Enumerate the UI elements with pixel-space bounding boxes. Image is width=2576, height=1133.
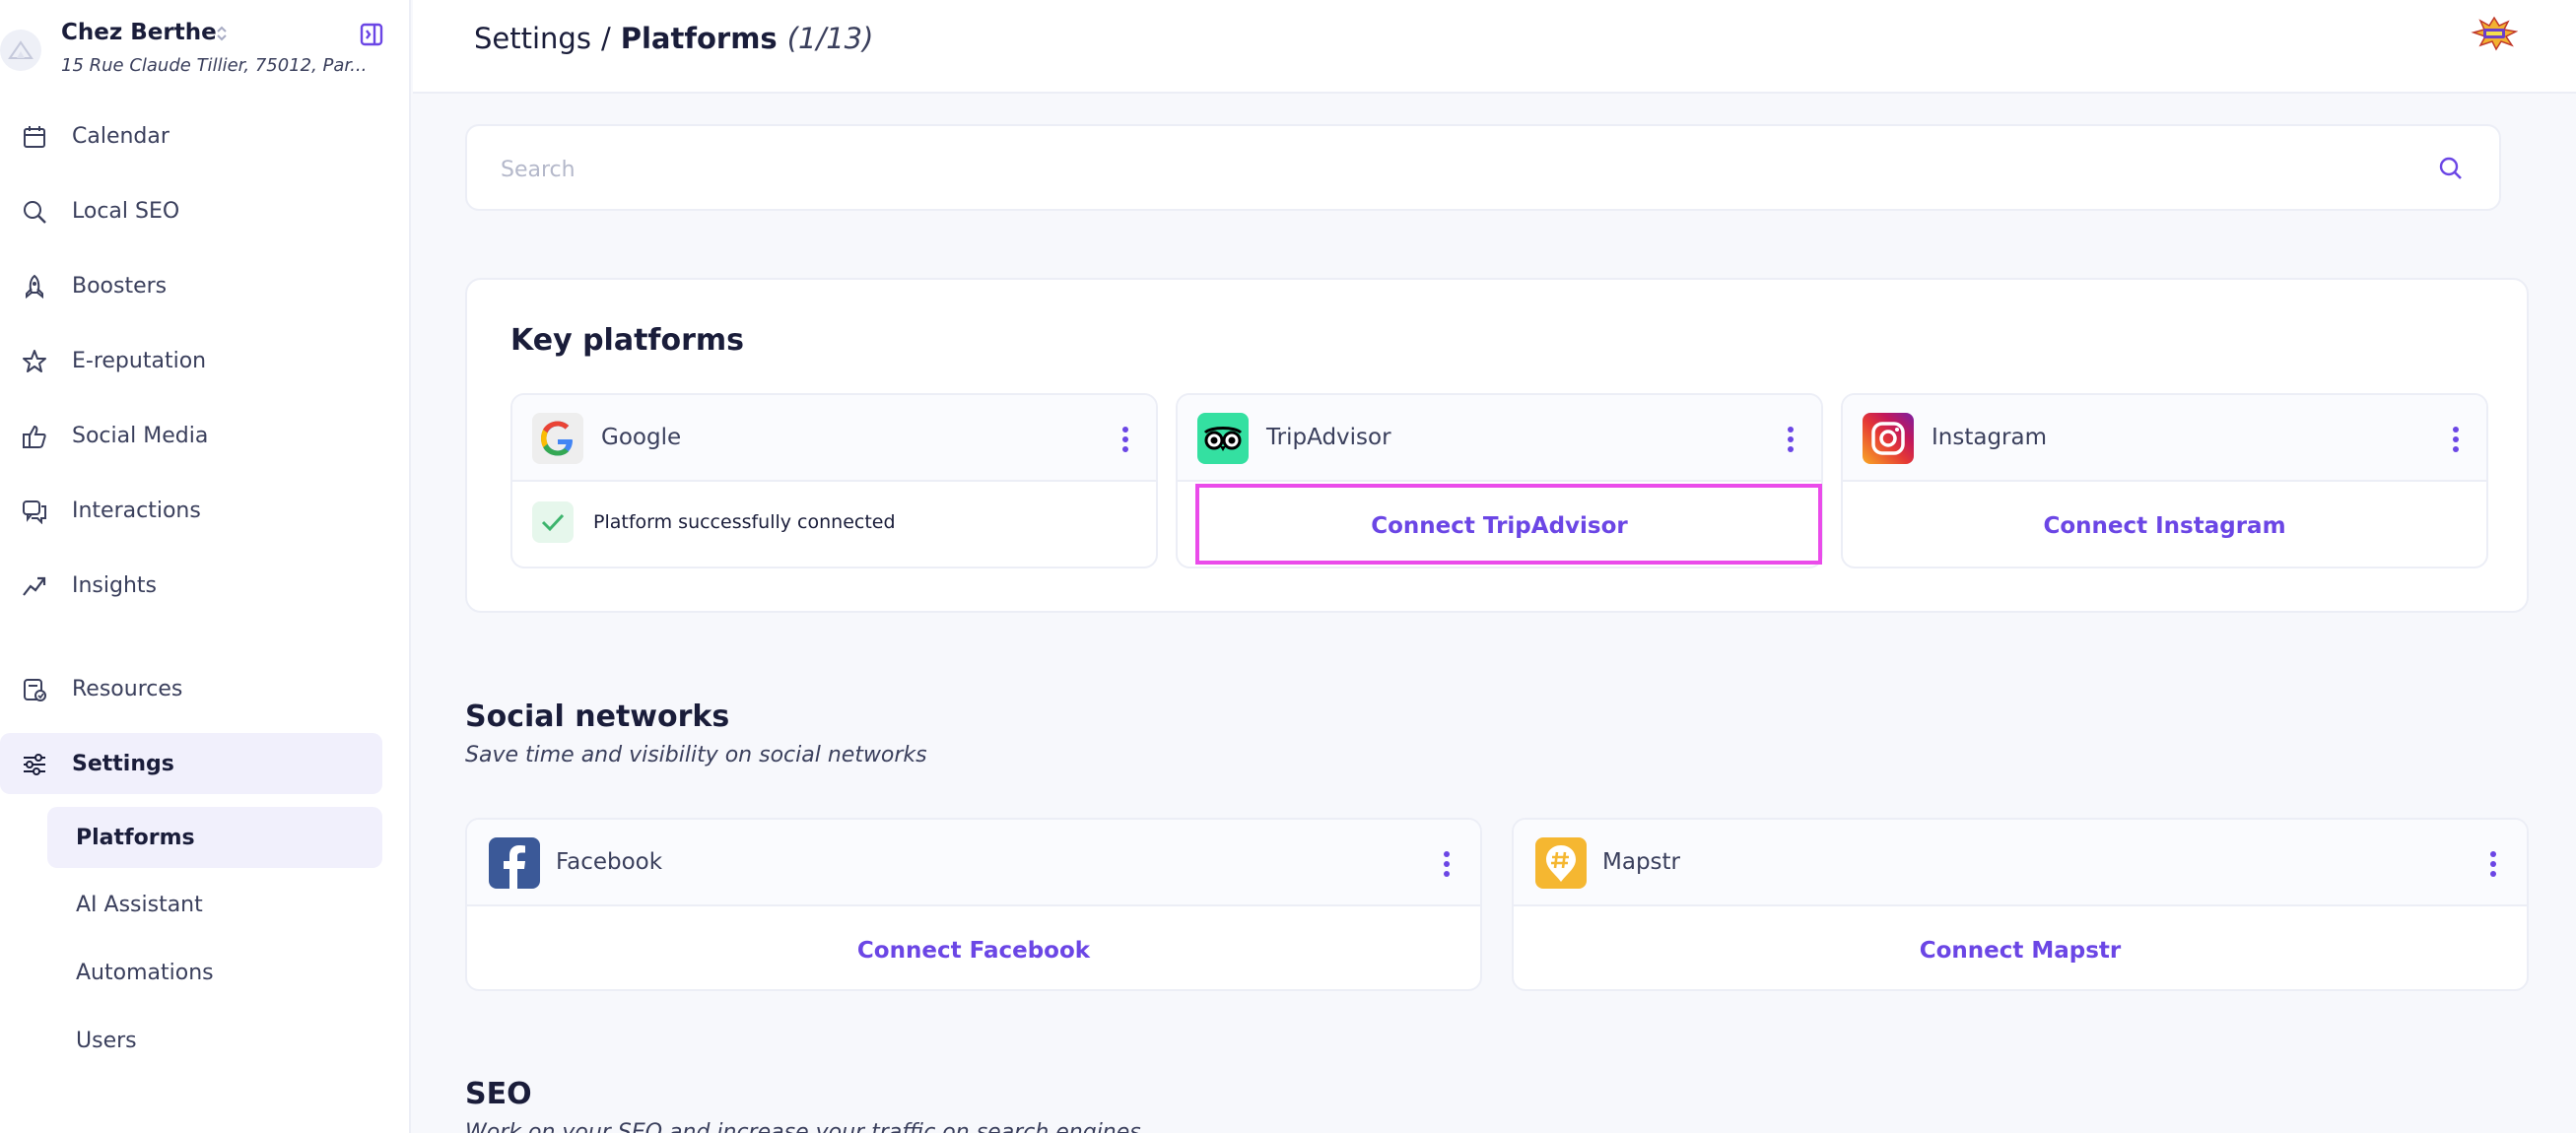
sliders-icon — [24, 754, 45, 775]
sidebar-item-label: Boosters — [72, 273, 168, 299]
social-networks-subtitle: Save time and visibility on social netwo… — [465, 743, 927, 767]
breadcrumb-separator: / — [600, 22, 611, 55]
sidebar-item-label: E-reputation — [72, 348, 207, 373]
sidebar-subitem-label: Users — [76, 1028, 137, 1053]
connect-instagram-button[interactable]: Connect Instagram — [1843, 484, 2486, 566]
breadcrumb: Settings / Platforms (1/13) — [474, 22, 873, 55]
sidebar-item-interactions[interactable]: Interactions — [0, 480, 382, 541]
platform-card-header: TripAdvisor — [1178, 395, 1821, 482]
sidebar-item-resources[interactable]: Resources — [0, 658, 382, 719]
connect-tripadvisor-button[interactable]: Connect TripAdvisor — [1178, 484, 1821, 566]
sidebar-item-label: Settings — [72, 751, 174, 776]
sidebar-item-label: Local SEO — [72, 198, 180, 224]
rocket-icon — [26, 274, 43, 300]
connect-facebook-button[interactable]: Connect Facebook — [467, 908, 1480, 989]
sidebar-item-social-media[interactable]: Social Media — [0, 405, 382, 466]
more-vertical-icon[interactable] — [1437, 849, 1457, 879]
sidebar-subitem-label: AI Assistant — [76, 892, 203, 917]
platform-name: Instagram — [1932, 425, 2048, 450]
restaurant-switcher[interactable]: Chez Berthe 15 Rue Claude Tillier, 75012… — [0, 14, 411, 83]
sidebar-item-label: Social Media — [72, 423, 209, 448]
sidebar-item-boosters[interactable]: Boosters — [0, 255, 382, 316]
platform-search — [465, 124, 2501, 211]
connection-status-text: Platform successfully connected — [593, 511, 896, 533]
sidebar-subitem-platforms[interactable]: Platforms — [47, 807, 382, 868]
connect-link-label: Connect Facebook — [856, 938, 1091, 964]
platform-card-google: Google Platform successfully connected — [510, 393, 1158, 568]
restaurant-avatar — [0, 30, 41, 71]
sidebar-subitem-label: Automations — [76, 960, 214, 985]
platform-count: (1/13) — [786, 22, 874, 55]
restaurant-name: Chez Berthe — [61, 20, 217, 45]
collapse-sidebar-icon[interactable] — [359, 22, 384, 47]
platform-card-tripadvisor: TripAdvisor Connect TripAdvisor — [1176, 393, 1823, 568]
sidebar-item-label: Insights — [72, 572, 158, 598]
sidebar-item-label: Resources — [72, 676, 183, 701]
user-avatar-icon[interactable] — [2471, 16, 2518, 51]
more-vertical-icon[interactable] — [1781, 425, 1800, 454]
restaurant-address: 15 Rue Claude Tillier, 75012, Par... — [61, 55, 368, 76]
sidebar-subitem-ai-assistant[interactable]: AI Assistant — [47, 874, 382, 935]
platform-name: TripAdvisor — [1266, 425, 1391, 450]
connect-link-label: Connect Mapstr — [1919, 938, 2122, 964]
more-vertical-icon[interactable] — [2446, 425, 2466, 454]
seo-subtitle: Work on your SEO and increase your traff… — [465, 1120, 1141, 1133]
sidebar-item-label: Interactions — [72, 498, 201, 523]
platform-card-header: Google — [512, 395, 1156, 482]
star-icon — [23, 350, 46, 372]
chat-icon — [23, 500, 46, 524]
page-header: Settings / Platforms (1/13) — [413, 0, 2576, 94]
sidebar-item-settings[interactable]: Settings — [0, 733, 382, 794]
sidebar-item-local-seo[interactable]: Local SEO — [0, 180, 382, 241]
seo-title: SEO — [465, 1077, 532, 1111]
sidebar-item-label: Calendar — [72, 123, 169, 149]
breadcrumb-current: Platforms — [620, 22, 778, 55]
trend-icon — [23, 576, 46, 596]
search-icon[interactable] — [2438, 156, 2464, 181]
sidebar-item-insights[interactable]: Insights — [0, 555, 382, 616]
platform-name: Google — [601, 425, 682, 450]
more-vertical-icon[interactable] — [2483, 849, 2503, 879]
connect-link-label: Connect Instagram — [2043, 513, 2286, 539]
calendar-icon — [24, 126, 45, 148]
sidebar-item-calendar[interactable]: Calendar — [0, 105, 382, 167]
connect-mapstr-button[interactable]: Connect Mapstr — [1514, 908, 2527, 989]
more-vertical-icon[interactable] — [1116, 425, 1135, 454]
chevron-up-down-icon — [217, 26, 227, 41]
platform-card-header: Facebook — [467, 820, 1480, 906]
platform-card-facebook: Facebook Connect Facebook — [465, 818, 1482, 991]
thumbs-up-icon — [23, 425, 46, 448]
platform-card-header: Mapstr — [1514, 820, 2527, 906]
platform-card-instagram: Instagram Connect Instagram — [1841, 393, 2488, 568]
sidebar-item-e-reputation[interactable]: E-reputation — [0, 330, 382, 391]
google-logo-icon — [532, 413, 583, 464]
social-networks-title: Social networks — [465, 700, 730, 734]
platform-card-header: Instagram — [1843, 395, 2486, 482]
platform-card-mapstr: Mapstr Connect Mapstr — [1512, 818, 2529, 991]
instagram-logo-icon — [1863, 413, 1914, 464]
sidebar-subitem-users[interactable]: Users — [47, 1010, 382, 1071]
resources-icon — [24, 679, 46, 701]
sidebar: Chez Berthe 15 Rue Claude Tillier, 75012… — [0, 0, 411, 1133]
tripadvisor-logo-icon — [1197, 413, 1249, 464]
breadcrumb-settings[interactable]: Settings — [474, 22, 591, 55]
sidebar-subitem-automations[interactable]: Automations — [47, 942, 382, 1003]
mapstr-logo-icon — [1535, 837, 1587, 889]
platform-name: Mapstr — [1602, 849, 1680, 875]
connect-link-label: Connect TripAdvisor — [1371, 513, 1628, 539]
key-platforms-section: Key platforms Google Platform successful… — [465, 278, 2529, 613]
search-icon — [24, 201, 46, 224]
key-platforms-title: Key platforms — [510, 323, 744, 358]
facebook-logo-icon — [489, 837, 540, 889]
platform-name: Facebook — [556, 849, 663, 875]
check-icon — [532, 501, 574, 543]
sidebar-subitem-label: Platforms — [76, 825, 195, 850]
search-input[interactable] — [501, 150, 2373, 189]
